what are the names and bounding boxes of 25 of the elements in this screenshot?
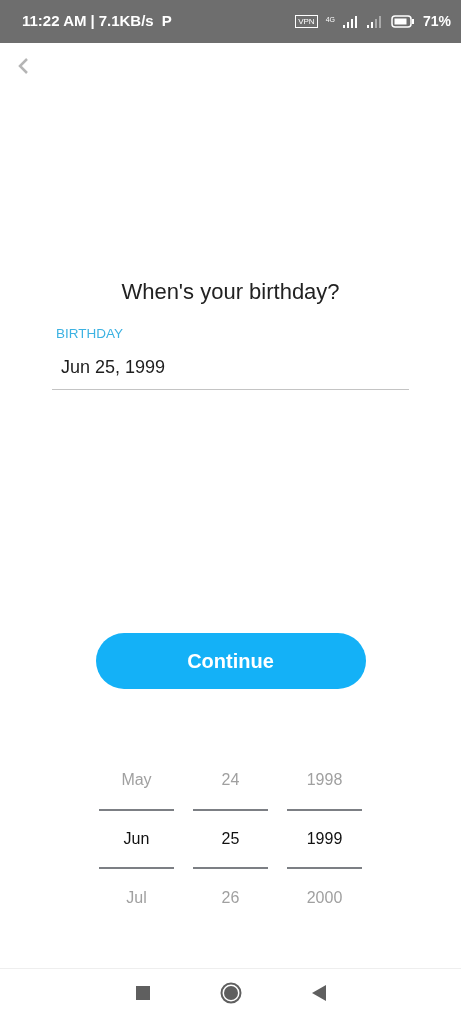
back-nav-icon[interactable]	[311, 984, 326, 1001]
signal-icon	[366, 15, 383, 28]
signal-icon	[342, 15, 359, 28]
continue-button[interactable]: Continue	[95, 633, 366, 690]
battery-percent: 71%	[422, 12, 451, 31]
status-time: 11:22 AM	[22, 11, 87, 32]
home-icon[interactable]	[219, 981, 242, 1004]
page-title: When's your birthday?	[120, 278, 341, 306]
picker-item[interactable]: Jun	[99, 809, 174, 870]
recent-apps-icon[interactable]	[135, 985, 150, 1000]
field-label: BIRTHDAY	[56, 325, 124, 343]
picker-item[interactable]: 2000	[287, 869, 362, 928]
picker-item[interactable]: 1998	[287, 751, 362, 810]
battery-icon	[390, 15, 415, 28]
picker-item[interactable]: Jul	[99, 869, 174, 928]
picker-item[interactable]: 24	[193, 751, 268, 810]
picker-item[interactable]: May	[99, 751, 174, 810]
network-speed: 7.1KB/s	[98, 11, 154, 32]
separator: |	[90, 11, 95, 32]
picker-item[interactable]: 1999	[287, 809, 362, 870]
picker-item[interactable]: 25	[193, 809, 268, 870]
vpn-badge: VPN	[295, 15, 318, 28]
birthday-field[interactable]: Jun 25, 1999	[52, 344, 409, 391]
picker-item[interactable]: 26	[193, 869, 268, 928]
notification-glyph: P	[161, 11, 172, 32]
